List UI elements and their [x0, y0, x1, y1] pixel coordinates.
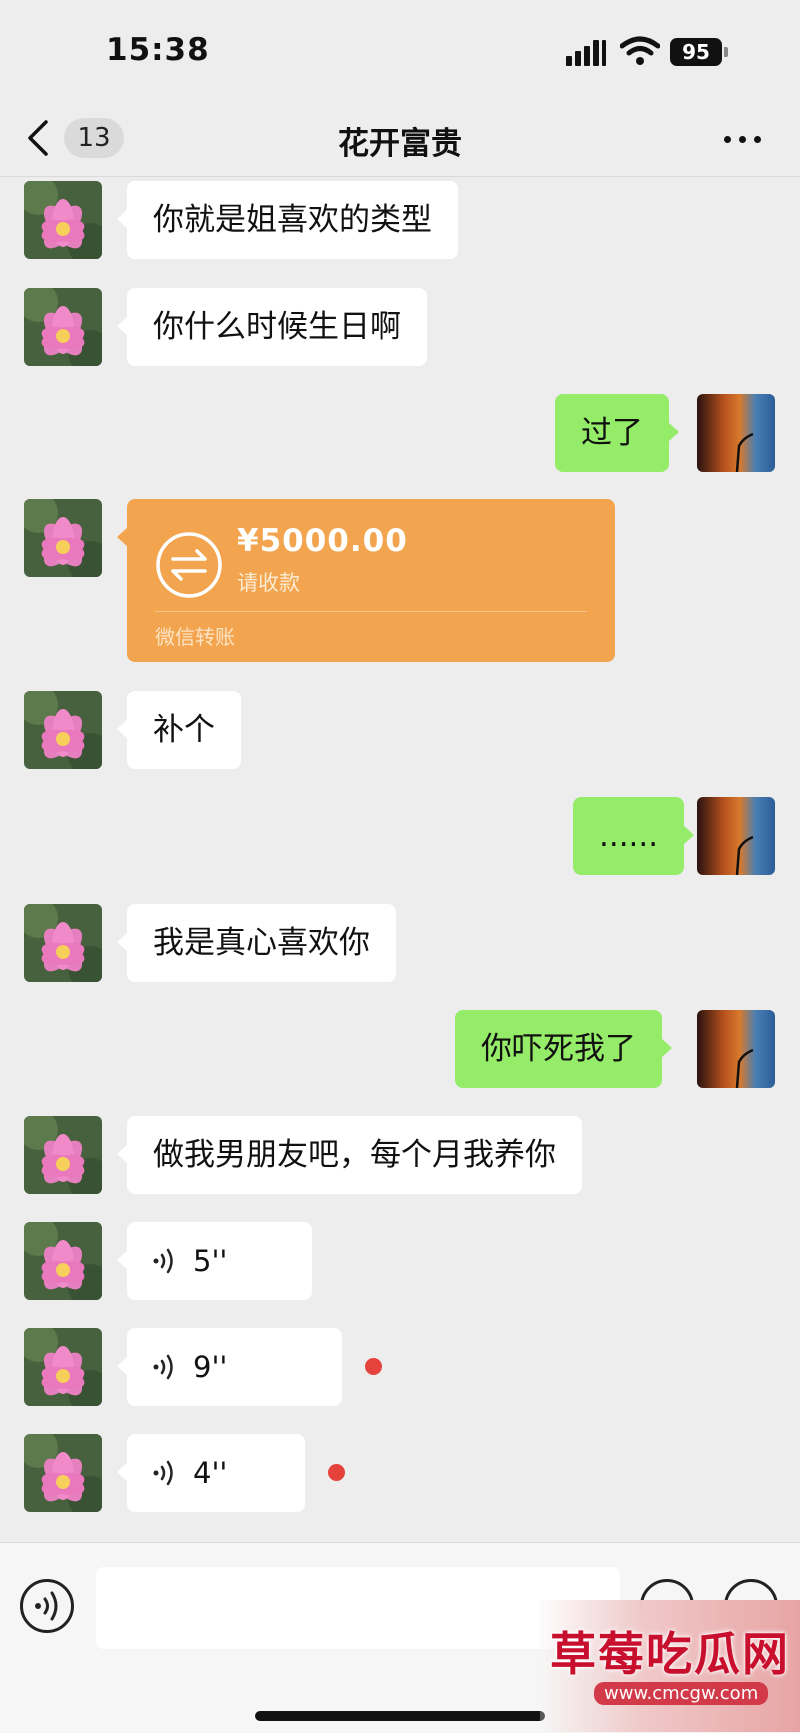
user-avatar[interactable]: [697, 1010, 775, 1088]
contact-avatar[interactable]: [24, 288, 102, 366]
voice-icon: [35, 1591, 58, 1621]
battery-indicator: 95: [670, 38, 722, 66]
battery-tip: [724, 47, 728, 57]
watermark-text: 草莓吃瓜网: [550, 1627, 790, 1681]
home-indicator: [255, 1711, 545, 1721]
voice-wave-icon: [153, 1248, 173, 1274]
transfer-amount: ¥5000.00: [237, 523, 408, 559]
transfer-icon: [156, 532, 222, 598]
chat-header: 13 花开富贵: [0, 100, 800, 177]
voice-wave-icon: [153, 1460, 173, 1486]
voice-duration: 5'': [193, 1244, 228, 1278]
status-time: 15:38: [106, 32, 210, 68]
voice-duration: 4'': [193, 1456, 228, 1490]
incoming-message[interactable]: 做我男朋友吧，每个月我养你: [117, 1116, 582, 1194]
contact-avatar[interactable]: [24, 1328, 102, 1406]
status-bar: 15:38 95: [0, 0, 800, 100]
more-options-button[interactable]: [724, 136, 764, 146]
transfer-status: 请收款: [237, 571, 300, 595]
user-avatar[interactable]: [697, 797, 775, 875]
site-watermark: 草莓吃瓜网 www.cmcgw.com: [540, 1600, 800, 1732]
voice-input-button[interactable]: [20, 1579, 74, 1633]
outgoing-message[interactable]: ......: [573, 797, 695, 875]
user-avatar[interactable]: [697, 394, 775, 472]
contact-avatar[interactable]: [24, 1434, 102, 1512]
cellular-signal-icon: [566, 40, 608, 66]
back-button[interactable]: [20, 116, 60, 160]
transfer-card[interactable]: ¥5000.00 请收款 微信转账: [117, 499, 615, 662]
voice-message[interactable]: 4'': [117, 1434, 305, 1512]
voice-duration: 9'': [193, 1350, 228, 1384]
incoming-message[interactable]: 你什么时候生日啊: [117, 288, 427, 366]
watermark-url: www.cmcgw.com: [594, 1682, 769, 1705]
contact-avatar[interactable]: [24, 181, 102, 259]
transfer-divider: [155, 611, 587, 612]
incoming-message[interactable]: 你就是姐喜欢的类型: [117, 181, 458, 259]
outgoing-message[interactable]: 过了: [555, 394, 679, 472]
contact-avatar[interactable]: [24, 1222, 102, 1300]
outgoing-message[interactable]: 你吓死我了: [455, 1010, 672, 1088]
voice-message[interactable]: 5'': [117, 1222, 312, 1300]
message-list[interactable]: 你就是姐喜欢的类型 你什么时候生日啊 过了 ¥5000.00 请收款 微信转账 …: [0, 177, 800, 1542]
contact-avatar[interactable]: [24, 904, 102, 982]
contact-avatar[interactable]: [24, 1116, 102, 1194]
contact-avatar[interactable]: [24, 691, 102, 769]
unread-dot: [328, 1464, 345, 1481]
voice-message[interactable]: 9'': [117, 1328, 342, 1406]
transfer-source-label: 微信转账: [155, 625, 235, 649]
voice-wave-icon: [153, 1354, 173, 1380]
incoming-message[interactable]: 我是真心喜欢你: [117, 904, 396, 982]
contact-avatar[interactable]: [24, 499, 102, 577]
wifi-icon: [620, 36, 660, 65]
unread-dot: [365, 1358, 382, 1375]
unread-count-badge[interactable]: 13: [64, 118, 124, 158]
incoming-message[interactable]: 补个: [117, 691, 241, 769]
chevron-left-icon: [28, 120, 48, 156]
